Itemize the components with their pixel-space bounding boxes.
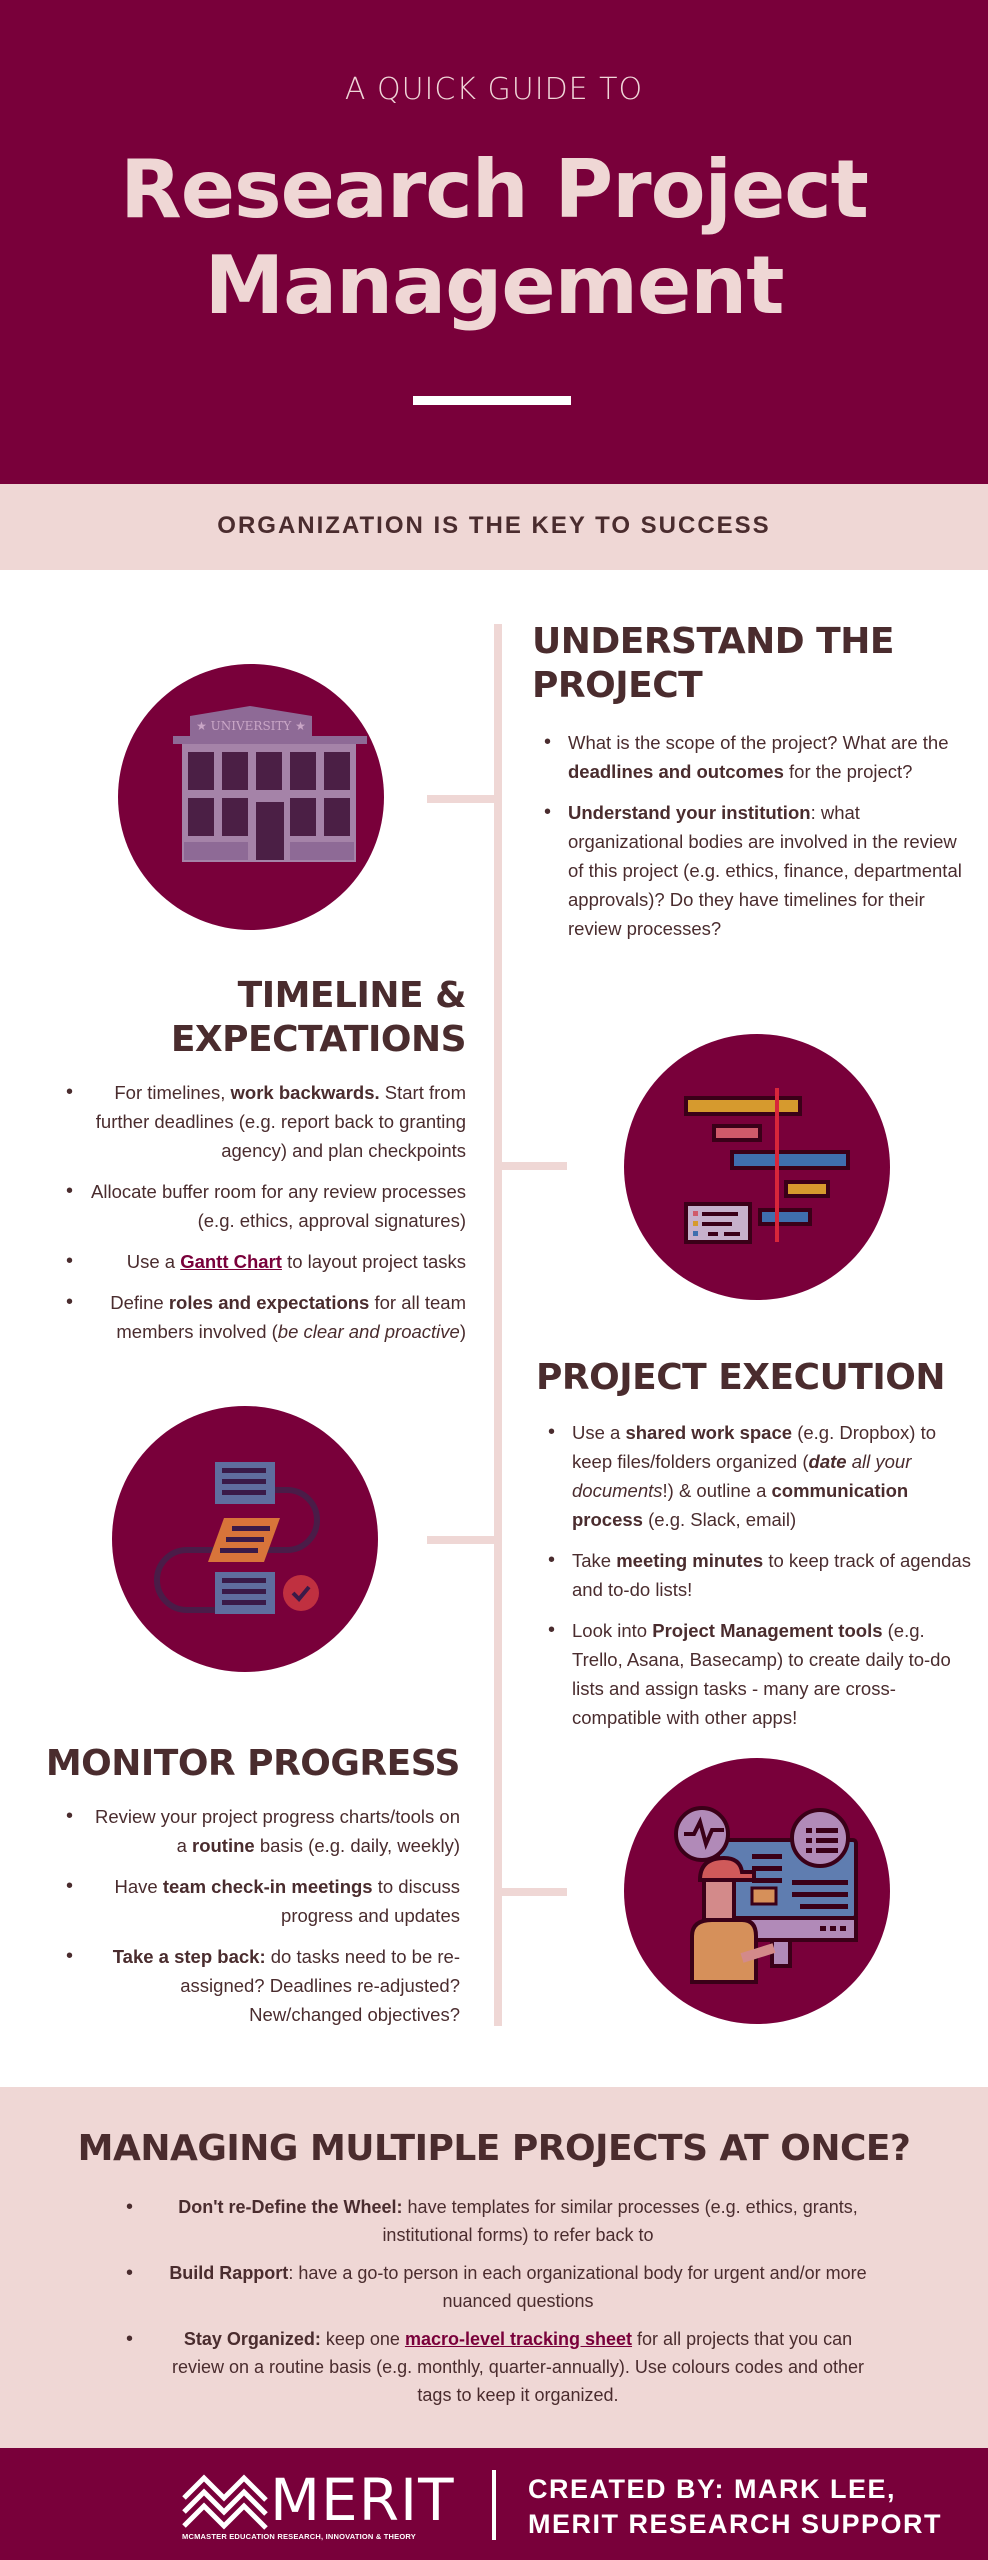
- list-item: Understand your institution: what organi…: [532, 798, 972, 943]
- credit-line-2: MERIT RESEARCH SUPPORT: [528, 2509, 943, 2539]
- gantt-chart-icon: [684, 1088, 850, 1244]
- tagline: ORGANIZATION IS THE KEY TO SUCCESS: [217, 512, 771, 539]
- bullet-list: What is the scope of the project? What a…: [532, 728, 972, 943]
- merit-logo-wordmark: MERIT: [270, 2466, 455, 2534]
- list-item: Stay Organized: keep one macro-level tra…: [120, 2325, 880, 2409]
- section-title: PROJECT EXECUTION: [536, 1357, 945, 1398]
- section-understand: UNDERSTAND THEPROJECT What is the scope …: [532, 620, 972, 955]
- bullet-list: Use a shared work space (e.g. Dropbox) t…: [536, 1418, 976, 1732]
- list-item: Review your project progress charts/tool…: [20, 1802, 460, 1860]
- section-title: MANAGING MULTIPLE PROJECTS AT ONCE?: [77, 2128, 911, 2169]
- workflow-icon-circle: [112, 1406, 378, 1672]
- gantt-icon-circle: [624, 1034, 890, 1300]
- list-item: Build Rapport: have a go-to person in ea…: [120, 2259, 880, 2315]
- footer-credit: CREATED BY: MARK LEE, MERIT RESEARCH SUP…: [528, 2472, 942, 2542]
- title-divider: [413, 396, 571, 405]
- bullet-list: Don't re-Define the Wheel: have template…: [120, 2193, 880, 2419]
- list-item: Don't re-Define the Wheel: have template…: [120, 2193, 880, 2249]
- workflow-process-icon: [154, 1462, 320, 1614]
- timeline-connector: [502, 1888, 567, 1896]
- university-building-icon: ★ UNIVERSITY ★: [173, 706, 367, 862]
- tracking-sheet-link[interactable]: macro-level tracking sheet: [405, 2329, 632, 2349]
- university-icon-circle: ★ UNIVERSITY ★: [118, 664, 384, 930]
- list-item: Look into Project Management tools (e.g.…: [536, 1616, 976, 1732]
- footer-divider: [492, 2470, 496, 2540]
- list-item: Take a step back: do tasks need to be re…: [20, 1942, 460, 2029]
- list-item: Use a Gantt Chart to layout project task…: [20, 1247, 466, 1276]
- bullet-list: For timelines, work backwards. Start fro…: [20, 1078, 466, 1346]
- bullet-list: Review your project progress charts/tool…: [20, 1802, 460, 2029]
- header-kicker: A QUICK GUIDE TO: [344, 72, 644, 107]
- section-title: UNDERSTAND THE PROJECT: [532, 621, 894, 706]
- timeline-connector: [427, 795, 494, 803]
- merit-logo-subtitle: MCMASTER EDUCATION RESEARCH, INNOVATION …: [182, 2532, 416, 2541]
- section-title: TIMELINE & EXPECTATIONS: [170, 975, 467, 1060]
- section-title: MONITOR PROGRESS: [45, 1743, 461, 1784]
- credit-line-1: CREATED BY: MARK LEE,: [528, 2474, 896, 2504]
- list-item: Define roles and expectations for all te…: [20, 1288, 466, 1346]
- list-item: What is the scope of the project? What a…: [532, 728, 972, 786]
- timeline-spine: [494, 624, 502, 2026]
- timeline-connector: [427, 1536, 494, 1544]
- merit-logo-icon: [182, 2474, 268, 2530]
- section-execution: PROJECT EXECUTION Use a shared work spac…: [536, 1356, 976, 1744]
- section-monitor: MONITOR PROGRESS Review your project pro…: [20, 1742, 461, 2041]
- monitor-icon-circle: [624, 1758, 890, 2024]
- timeline-connector: [502, 1162, 567, 1170]
- multiple-projects-section: MANAGING MULTIPLE PROJECTS AT ONCE? Don'…: [0, 2087, 988, 2448]
- title-line-2: Management: [204, 239, 785, 332]
- list-item: Take meeting minutes to keep track of ag…: [536, 1546, 976, 1604]
- list-item: Have team check-in meetings to discuss p…: [20, 1872, 460, 1930]
- computer-monitoring-icon: [674, 1806, 858, 1984]
- list-item: Allocate buffer room for any review proc…: [20, 1177, 466, 1235]
- section-timeline: TIMELINE &EXPECTATIONS For timelines, wo…: [20, 974, 467, 1358]
- svg-text:★ UNIVERSITY ★: ★ UNIVERSITY ★: [196, 719, 306, 733]
- list-item: For timelines, work backwards. Start fro…: [20, 1078, 466, 1165]
- list-item: Use a shared work space (e.g. Dropbox) t…: [536, 1418, 976, 1534]
- title-line-1: Research Project: [120, 143, 869, 236]
- page-title: Research Project Management: [0, 142, 988, 334]
- gantt-chart-link[interactable]: Gantt Chart: [180, 1251, 282, 1272]
